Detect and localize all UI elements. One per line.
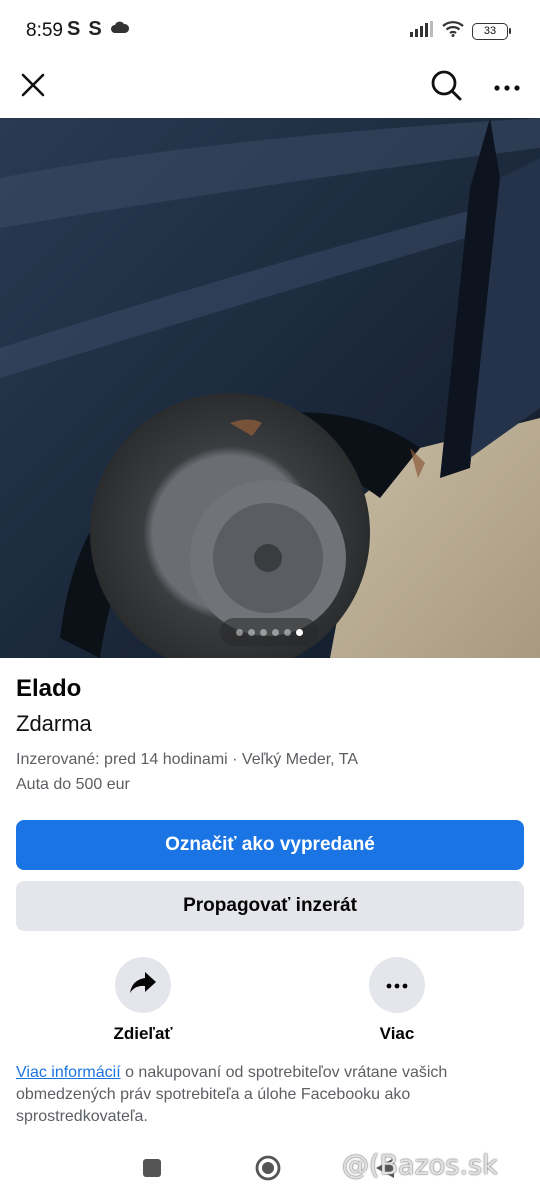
share-icon (129, 971, 157, 1000)
top-bar (0, 60, 540, 118)
status-time: 8:59 (26, 20, 63, 41)
mark-sold-button[interactable]: Označiť ako vypredané (16, 820, 524, 870)
search-button[interactable] (423, 64, 469, 110)
search-icon (430, 69, 462, 106)
more-button[interactable] (369, 957, 425, 1013)
share-button[interactable] (115, 957, 171, 1013)
pager-dot (247, 628, 255, 636)
pager-dot-active (295, 628, 303, 636)
listing-title: Elado (16, 675, 82, 702)
listing-photo[interactable] (0, 118, 540, 658)
wifi-icon (442, 20, 464, 42)
promote-label: Propagovať inzerát (183, 895, 357, 916)
more-options-button[interactable] (484, 64, 530, 110)
battery-level: 33 (483, 24, 497, 37)
listing-category: Auta do 500 eur (16, 776, 130, 793)
listing-price: Zdarma (16, 711, 92, 736)
status-bar: 8:59 S S 33 (0, 0, 540, 60)
notification-icons: S S (67, 18, 130, 41)
pager-dot (283, 628, 291, 636)
watermark: @(Bazos.sk (342, 1150, 498, 1181)
notification-s-icon: S (67, 18, 81, 40)
home-button[interactable] (254, 1154, 282, 1187)
more-action[interactable]: Viac (347, 957, 447, 1044)
more-label: Viac (379, 1024, 415, 1043)
close-icon (20, 72, 46, 103)
recents-button[interactable] (142, 1158, 162, 1183)
more-horizontal-icon (494, 78, 520, 96)
home-circle-icon (255, 1155, 281, 1181)
listing-meta: Inzerované: pred 14 hodinami · Veľký Med… (16, 751, 359, 768)
promote-listing-button[interactable]: Propagovať inzerát (16, 881, 524, 931)
square-icon (143, 1159, 161, 1177)
share-label: Zdieľať (113, 1024, 173, 1043)
car-photo-illustration (0, 118, 540, 658)
pager-dot (271, 628, 279, 636)
more-horizontal-icon (386, 976, 408, 994)
close-button[interactable] (10, 64, 56, 110)
notification-s-icon: S (88, 18, 102, 40)
status-right: 33 (410, 20, 511, 42)
signal-icon (410, 20, 434, 42)
more-info-link[interactable]: Viac informácií (16, 1064, 121, 1081)
consumer-info-text: Viac informácií o nakupovaní od spotrebi… (16, 1062, 521, 1128)
cloud-icon (110, 20, 130, 39)
mark-sold-label: Označiť ako vypredané (165, 834, 375, 855)
share-action[interactable]: Zdieľať (93, 957, 193, 1044)
pager-dot (235, 628, 243, 636)
pager-dot (259, 628, 267, 636)
photo-pager[interactable] (220, 618, 318, 646)
battery-icon: 33 (472, 22, 511, 40)
